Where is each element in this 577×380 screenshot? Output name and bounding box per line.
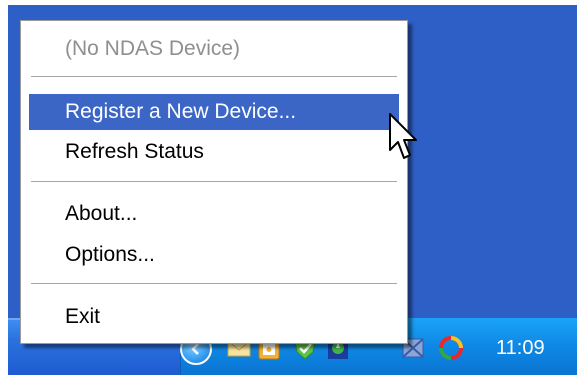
clock[interactable]: 11:09 bbox=[496, 336, 566, 360]
mouse-pointer-icon bbox=[389, 113, 417, 159]
swirl-app-icon[interactable] bbox=[438, 335, 464, 361]
menu-separator bbox=[31, 283, 397, 285]
menu-item-no-device: (No NDAS Device) bbox=[65, 37, 241, 60]
menu-item-about[interactable]: About... bbox=[29, 196, 399, 232]
menu-separator bbox=[31, 76, 397, 78]
menu-item-exit[interactable]: Exit bbox=[29, 299, 399, 335]
menu-item-refresh-status[interactable]: Refresh Status bbox=[29, 134, 399, 170]
context-menu: (No NDAS Device) Register a New Device..… bbox=[20, 20, 408, 344]
menu-item-options[interactable]: Options... bbox=[29, 237, 399, 273]
menu-item-register-device[interactable]: Register a New Device... bbox=[29, 94, 399, 130]
menu-separator bbox=[31, 181, 397, 183]
